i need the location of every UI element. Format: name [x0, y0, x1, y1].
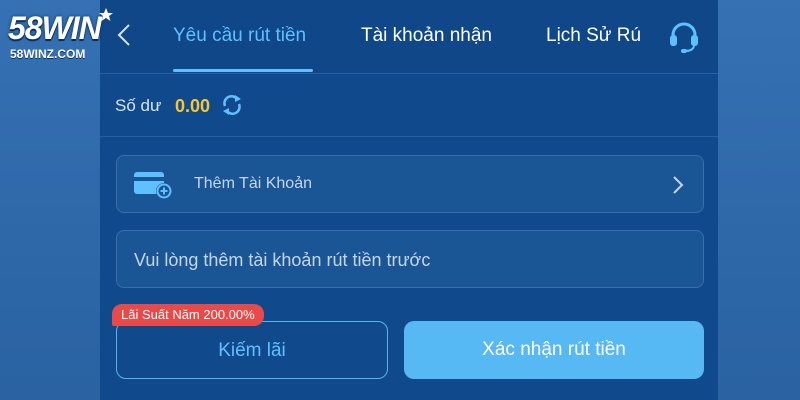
tab-withdraw-request[interactable]: Yêu cầu rút tiền [173, 22, 306, 50]
confirm-withdraw-button[interactable]: Xác nhận rút tiền [404, 321, 704, 379]
add-account-button[interactable]: Thêm Tài Khoản [116, 155, 704, 213]
logo-domain: 58WINZ.COM [10, 47, 86, 61]
active-tab-indicator [173, 69, 313, 72]
notice-text: Vui lòng thêm tài khoản rút tiền trước [134, 250, 431, 270]
tab-receiving-account[interactable]: Tài khoản nhận [361, 22, 492, 50]
withdraw-panel: Yêu cầu rút tiền Tài khoản nhận Lịch Sử … [100, 0, 718, 400]
balance-label: Số dư [115, 96, 162, 115]
balance-row: Số dư 0.00 [100, 74, 718, 137]
refresh-icon[interactable] [220, 93, 244, 117]
chevron-right-icon [673, 176, 684, 194]
balance-value: 0.00 [175, 96, 211, 116]
background-right [718, 0, 800, 400]
withdraw-account-notice: Vui lòng thêm tài khoản rút tiền trước [116, 230, 704, 288]
brand-logo: 58WIN 58WINZ.COM [6, 6, 126, 64]
add-account-label: Thêm Tài Khoản [194, 175, 312, 192]
interest-rate-badge: Lãi Suất Năm 200.00% [112, 304, 264, 326]
star-icon [99, 8, 113, 21]
earn-interest-button[interactable]: Kiếm lãi [116, 321, 388, 379]
tab-bar: Yêu cầu rút tiền Tài khoản nhận Lịch Sử … [100, 0, 718, 74]
tab-history[interactable]: Lịch Sử Rú [546, 22, 641, 50]
logo-wordmark: 58WIN [8, 10, 102, 46]
wallet-add-icon [134, 172, 172, 199]
headset-icon[interactable] [666, 18, 702, 54]
